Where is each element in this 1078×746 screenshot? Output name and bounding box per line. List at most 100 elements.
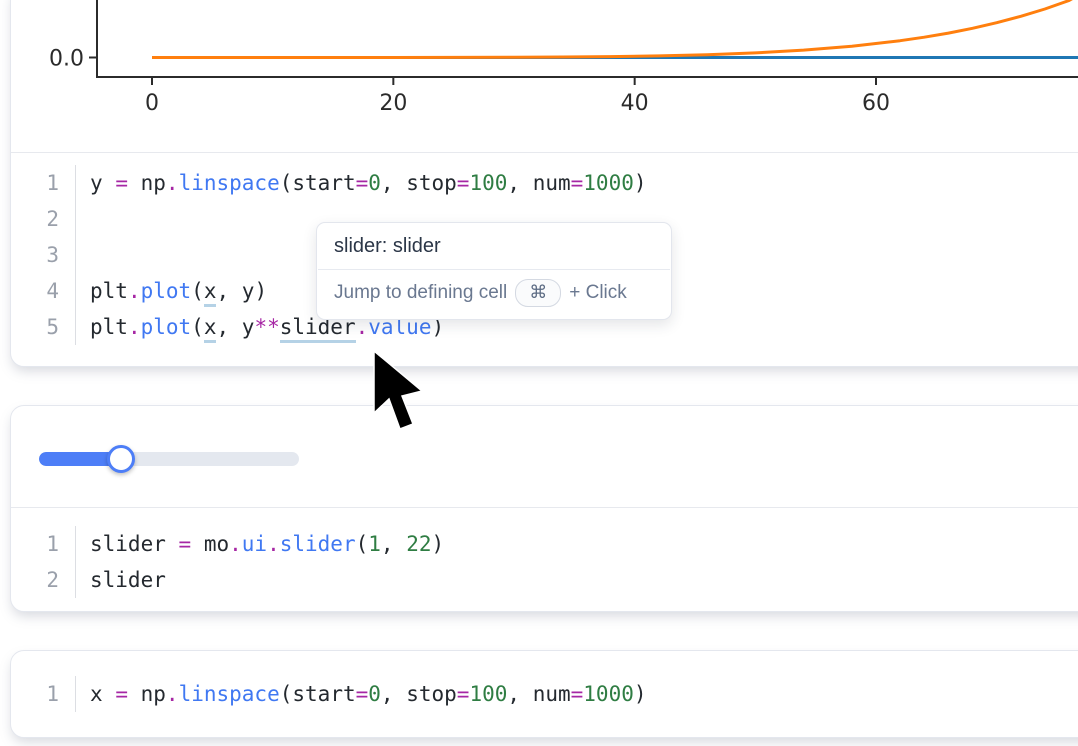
code-line[interactable]: 1y = np.linspace(start=0, stop=100, num=… [11,165,1078,201]
code-text: x = np.linspace(start=0, stop=100, num=1… [76,676,647,712]
code-token: stop [406,682,457,706]
code-token: , [216,279,241,303]
line-number: 1 [11,165,76,201]
code-token: . [128,279,141,303]
code-token: , [216,315,241,339]
code-token: , [381,532,406,556]
code-token: ) [432,532,445,556]
code-token: ( [280,171,293,195]
code-token: 1 [368,532,381,556]
code-token: , [381,682,406,706]
line-number: 5 [11,309,76,345]
code-token: 100 [469,171,507,195]
svg-text:20: 20 [379,91,407,116]
code-token: . [128,315,141,339]
tooltip-footer[interactable]: Jump to defining cell ⌘ + Click [317,270,671,319]
svg-text:60: 60 [862,91,890,116]
code-token: slider [90,532,166,556]
code-token: stop [406,171,457,195]
code-token: 100 [469,682,507,706]
code-token: linspace [179,171,280,195]
code-token: plt [90,315,128,339]
code-token [128,171,141,195]
code-token: ( [280,682,293,706]
code-line[interactable]: 1x = np.linspace(start=0, stop=100, num=… [11,676,1078,712]
code-line[interactable]: 1slider = mo.ui.slider(1, 22) [11,526,1078,562]
code-token: . [267,532,280,556]
code-token: = [356,171,369,195]
code-token [191,532,204,556]
code-token: x [204,315,217,343]
code-token: = [571,171,584,195]
code-token: , [507,682,532,706]
code-text [76,237,90,273]
code-token: plot [141,315,192,339]
slider-track[interactable] [39,452,299,466]
code-token: ) [254,279,267,303]
code-token: 0 [368,171,381,195]
line-number: 2 [11,201,76,237]
code-token: = [457,171,470,195]
code-token: . [166,171,179,195]
code-text: slider = mo.ui.slider(1, 22) [76,526,444,562]
code-token: ** [254,315,279,339]
code-token: , [381,171,406,195]
code-token [103,682,116,706]
code-text: slider [76,562,166,598]
code-token: plot [141,279,192,303]
code-line[interactable]: 2slider [11,562,1078,598]
matplotlib-chart: 0 20 40 60 0.0 [11,0,1078,152]
slider-output [11,406,1078,508]
code-token: = [457,682,470,706]
variable-tooltip: slider: slider Jump to defining cell ⌘ +… [316,222,672,320]
cell-slider: 1slider = mo.ui.slider(1, 22)2slider [10,405,1078,612]
code-token: ( [191,279,204,303]
tooltip-click-label: + Click [569,282,627,304]
tooltip-title: slider: slider [317,223,671,269]
code-token: , [507,171,532,195]
slider-handle[interactable] [107,445,135,473]
code-token [166,532,179,556]
svg-text:0.0: 0.0 [49,47,84,72]
line-number: 4 [11,273,76,309]
code-token: = [115,682,128,706]
code-token: 1000 [583,682,634,706]
code-editor-x[interactable]: 1x = np.linspace(start=0, stop=100, num=… [11,651,1078,737]
code-text [76,201,90,237]
code-token: num [533,171,571,195]
code-token: y [242,279,255,303]
code-token: mo [204,532,229,556]
notebook-page: 02040600.0 1y = np.linspace(start=0, sto… [0,0,1078,746]
code-token: = [571,682,584,706]
line-number: 2 [11,562,76,598]
code-token: ui [242,532,267,556]
code-editor-slider[interactable]: 1slider = mo.ui.slider(1, 22)2slider [11,508,1078,610]
line-number: 1 [11,676,76,712]
code-token: 1000 [583,171,634,195]
code-token: linspace [179,682,280,706]
code-token: start [292,171,355,195]
code-text: plt.plot(x, y) [76,273,267,309]
code-token: ) [634,682,647,706]
code-token: num [533,682,571,706]
code-token: = [356,682,369,706]
code-token: x [90,682,103,706]
svg-text:0: 0 [145,91,159,116]
code-token: 0 [368,682,381,706]
command-key-icon: ⌘ [515,279,561,307]
code-text: y = np.linspace(start=0, stop=100, num=1… [76,165,647,201]
code-token: slider [280,532,356,556]
code-token: ( [356,532,369,556]
code-token [128,682,141,706]
svg-text:40: 40 [621,91,649,116]
line-number: 1 [11,526,76,562]
code-token: ( [191,315,204,339]
slider-widget[interactable] [39,445,299,473]
code-token: ) [634,171,647,195]
code-token: = [179,532,192,556]
code-token: y [90,171,103,195]
code-token [103,171,116,195]
code-token: np [141,171,166,195]
code-token: start [292,682,355,706]
code-token: plt [90,279,128,303]
